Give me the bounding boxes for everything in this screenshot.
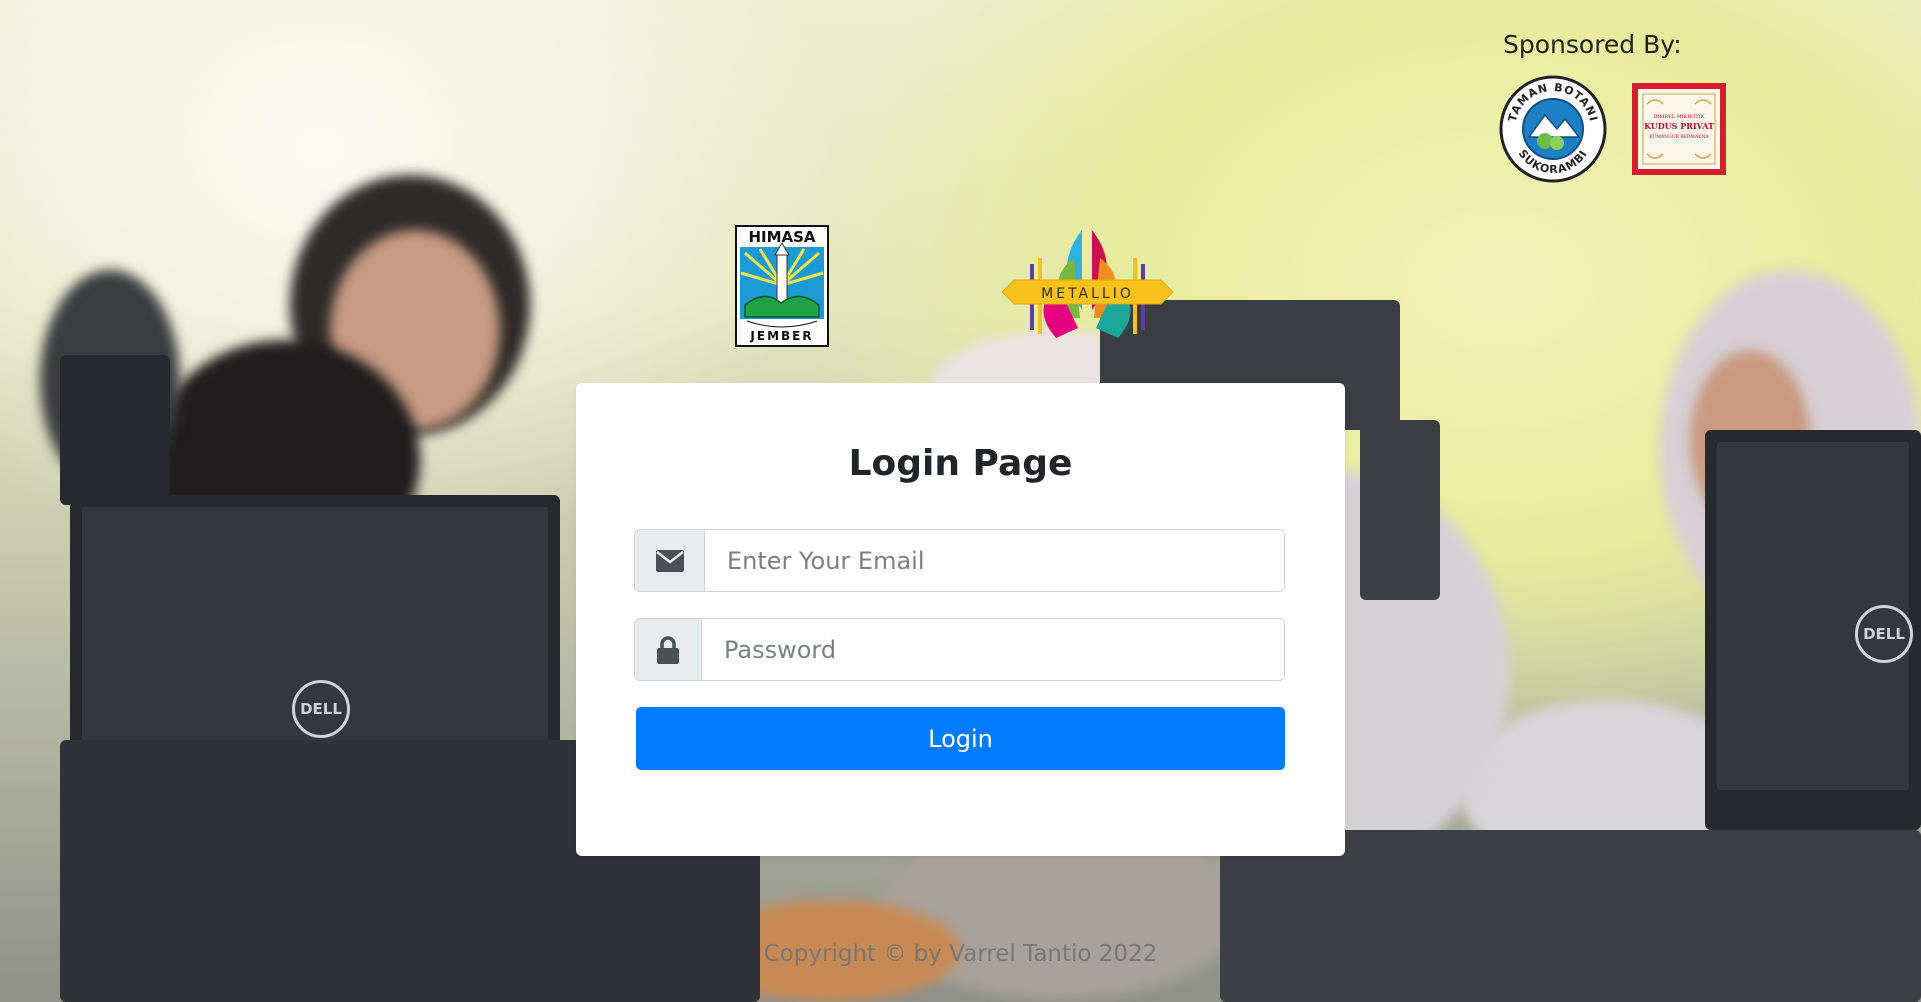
email-addon (635, 530, 705, 591)
copyright-footer: Copyright © by Varrel Tantio 2022 (763, 941, 1158, 967)
kudus-privat-logo: BIMBEL MIKROTIK KUDUS PRIVAT KUMANGUR BE… (1631, 82, 1727, 176)
email-input[interactable] (705, 530, 1284, 591)
taman-botani-logo: TAMAN BOTANI SUKORAMBI (1499, 75, 1607, 183)
lock-icon (657, 635, 679, 664)
svg-text:BIMBEL MIKROTIK: BIMBEL MIKROTIK (1654, 114, 1705, 120)
himasa-logo: HIMASA JEMBER (735, 225, 829, 347)
envelope-icon (655, 549, 684, 572)
email-input-group (634, 529, 1285, 592)
page-title: Login Page (848, 443, 1073, 484)
sponsored-by-label: Sponsored By: (1503, 30, 1682, 59)
login-card: Login Page Login (576, 383, 1345, 856)
password-addon (635, 619, 702, 680)
metallio-logo: METALLIO (1000, 228, 1175, 346)
svg-text:KUMANGUR BERMAKNA: KUMANGUR BERMAKNA (1649, 134, 1709, 140)
svg-text:METALLIO: METALLIO (1041, 286, 1134, 302)
svg-text:KUDUS PRIVAT: KUDUS PRIVAT (1644, 121, 1714, 131)
password-input[interactable] (702, 619, 1284, 680)
password-input-group (634, 618, 1285, 681)
svg-text:JEMBER: JEMBER (749, 329, 813, 343)
login-button[interactable]: Login (636, 707, 1285, 770)
